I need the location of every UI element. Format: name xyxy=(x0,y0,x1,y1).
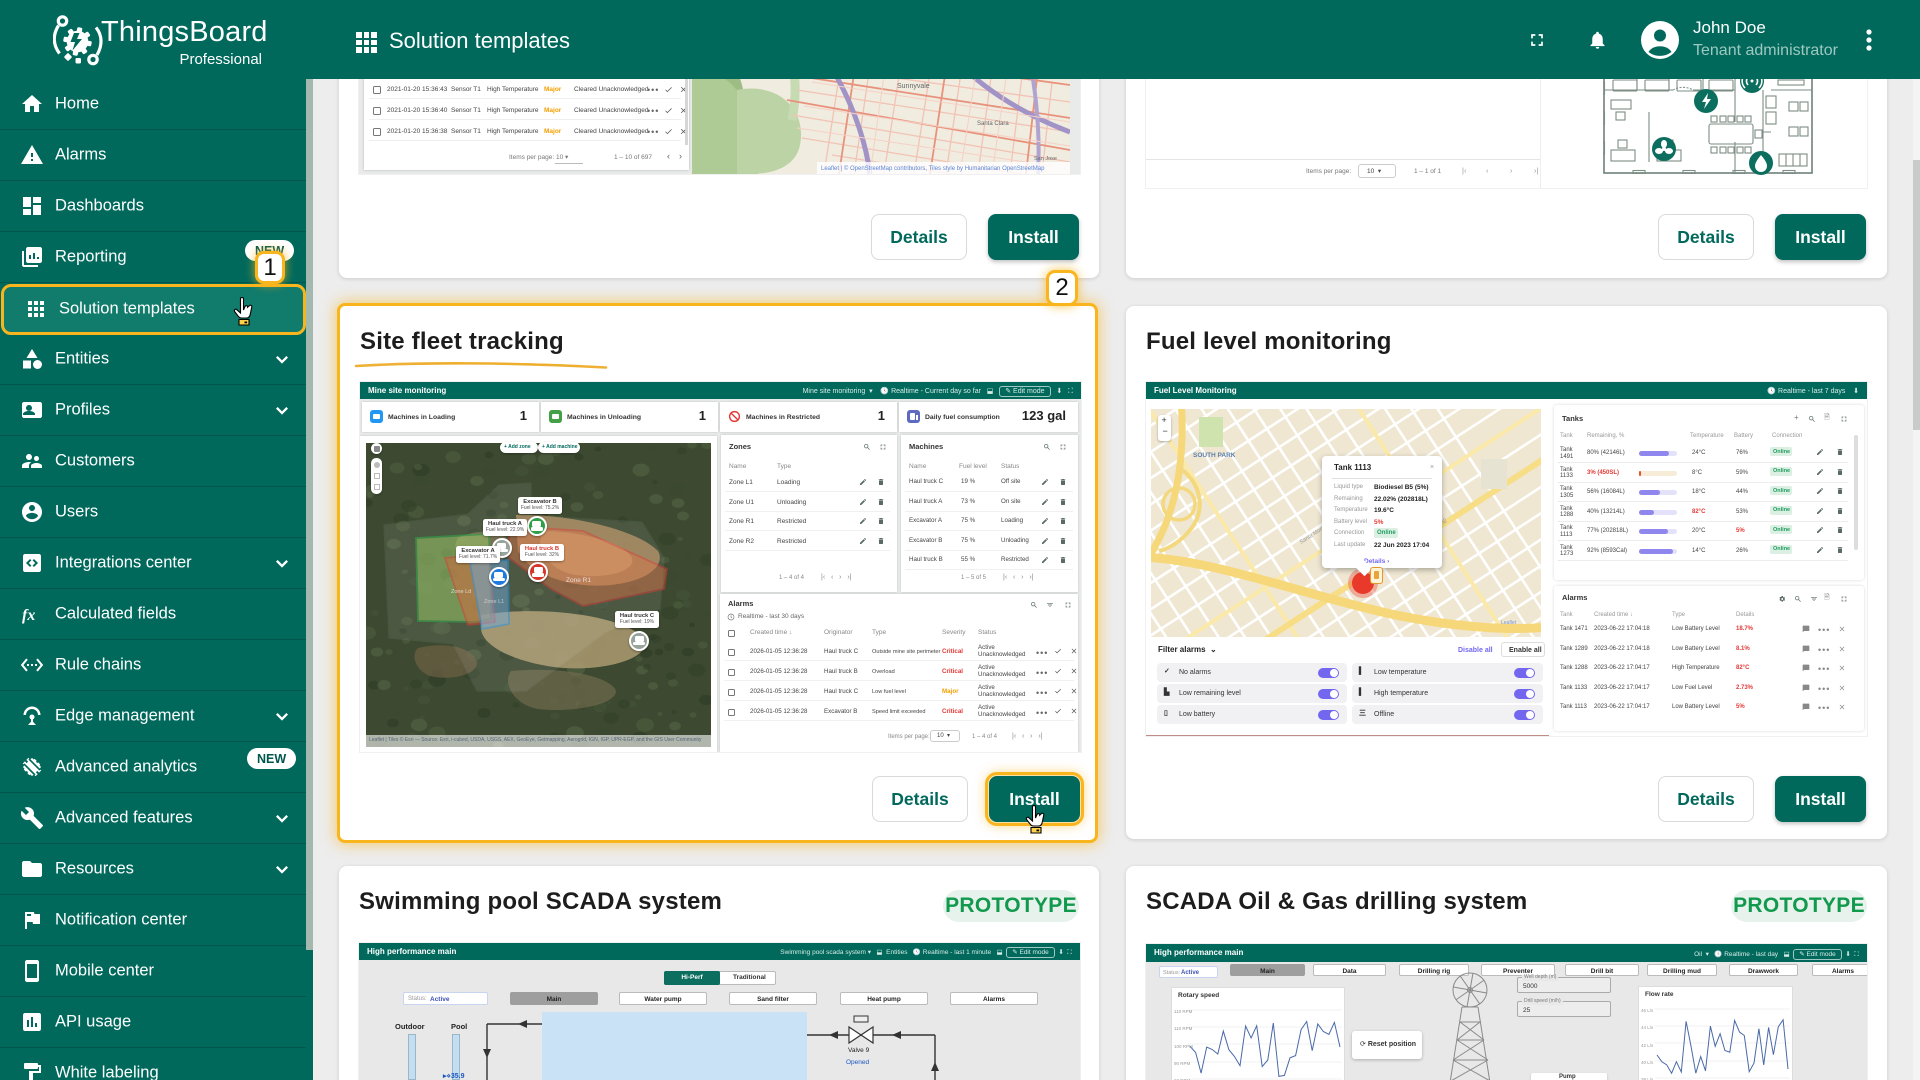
svg-text:90 RPM: 90 RPM xyxy=(1174,1061,1191,1066)
svg-text:San Jose: San Jose xyxy=(1034,156,1057,162)
svg-text:Zone Ld: Zone Ld xyxy=(451,589,471,595)
svg-text:SOUTH PARK: SOUTH PARK xyxy=(1193,452,1236,459)
svg-text:Leaflet: Leaflet xyxy=(1501,620,1517,626)
svg-text:Sunnyvale: Sunnyvale xyxy=(897,83,930,90)
svg-text:42 L/s: 42 L/s xyxy=(1641,1043,1654,1048)
svg-text:110 RPM: 110 RPM xyxy=(1174,1026,1193,1031)
svg-text:40 L/s: 40 L/s xyxy=(1641,1060,1654,1065)
svg-text:Zone R1: Zone R1 xyxy=(566,577,591,584)
svg-text:44 L/s: 44 L/s xyxy=(1641,1025,1654,1030)
svg-text:Zone L1: Zone L1 xyxy=(484,599,504,605)
svg-text:110 RPM: 110 RPM xyxy=(1174,1009,1193,1014)
svg-text:Santa Clara: Santa Clara xyxy=(977,121,1009,127)
svg-text:46 L/s: 46 L/s xyxy=(1641,1008,1654,1013)
svg-text:Leaflet | © OpenStreetMap cont: Leaflet | © OpenStreetMap contributors, … xyxy=(821,165,1045,172)
svg-text:fx: fx xyxy=(22,607,35,624)
